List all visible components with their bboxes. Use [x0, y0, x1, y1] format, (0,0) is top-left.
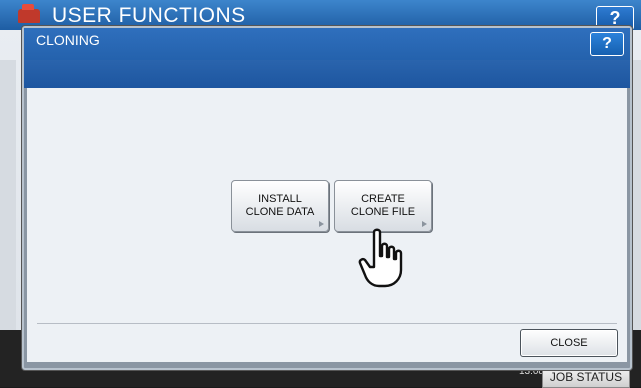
- dialog-header: CLONING ?: [24, 28, 630, 60]
- close-button[interactable]: CLOSE: [520, 329, 618, 357]
- background-title: USER FUNCTIONS: [52, 4, 246, 27]
- right-arrow-icon: [422, 221, 427, 227]
- install-button-line1: INSTALL: [258, 193, 302, 205]
- background-left-panel: [0, 60, 16, 330]
- divider: [37, 323, 617, 324]
- dialog-help-button[interactable]: ?: [590, 32, 624, 56]
- printer-logo-icon: [18, 4, 40, 23]
- install-button-line2: CLONE DATA: [245, 206, 315, 218]
- dialog-band: [24, 60, 630, 88]
- clock: 13:08: [518, 366, 544, 377]
- create-clone-file-button[interactable]: CREATE CLONE FILE: [334, 180, 432, 232]
- right-arrow-icon: [319, 221, 324, 227]
- create-button-line2: CLONE FILE: [350, 206, 416, 218]
- cloning-dialog: CLONING ? INSTALL CLONE DATA CREATE CLON…: [22, 26, 632, 370]
- install-clone-data-button[interactable]: INSTALL CLONE DATA: [231, 180, 329, 232]
- dialog-body: INSTALL CLONE DATA CREATE CLONE FILE CLO…: [27, 88, 627, 362]
- dialog-title: CLONING: [36, 32, 100, 48]
- create-button-line1: CREATE: [361, 193, 405, 205]
- hand-pointer-icon: [358, 228, 403, 288]
